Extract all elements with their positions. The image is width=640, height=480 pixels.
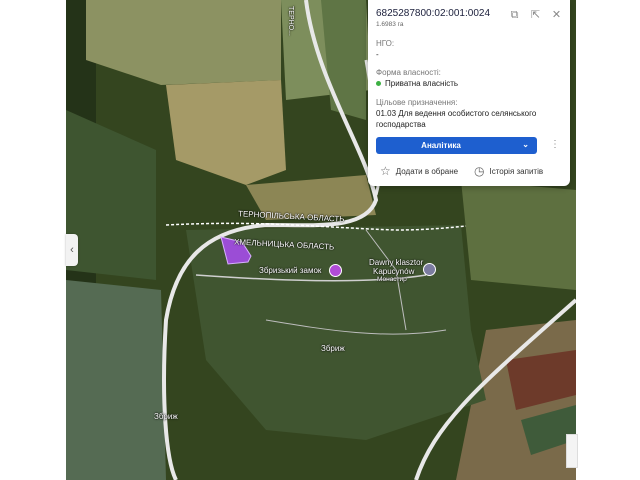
purpose-value-line2: господарства <box>376 120 426 129</box>
parcel-info-card: 6825287800:02:001:0024 1.6983 га ⧉ ⇱ ✕ Н… <box>368 0 570 186</box>
request-history-label: Історія запитів <box>489 166 544 176</box>
recaptcha-badge[interactable] <box>566 434 578 468</box>
open-external-icon[interactable]: ⇱ <box>530 10 541 21</box>
copy-icon[interactable]: ⧉ <box>509 10 520 21</box>
parcel-area: 1.6983 га <box>376 21 404 28</box>
more-options-icon[interactable]: ⋮ <box>550 139 560 150</box>
ownership-value-row: Приватна власність <box>376 79 458 88</box>
request-history-button[interactable]: ◷ Історія запитів <box>474 164 543 178</box>
label-monastery-line3[interactable]: Монастир <box>377 276 407 283</box>
chevron-down-icon: ⌄ <box>522 140 529 149</box>
label-village-center: Збриж <box>321 344 345 353</box>
label-village-left: Збриж <box>154 412 178 421</box>
ownership-label: Форма власності: <box>376 68 441 77</box>
label-monastery-line1[interactable]: Dawny klasztor <box>369 258 423 267</box>
add-favorite-button[interactable]: ☆ Додати в обране <box>380 164 458 178</box>
ngo-value: - <box>376 50 379 59</box>
status-dot-icon <box>376 81 381 87</box>
analytics-button[interactable]: Аналітика ⌄ <box>376 137 537 154</box>
cadastral-number: 6825287800:02:001:0024 <box>376 8 491 19</box>
purpose-value-line1: 01.03 Для ведення особистого селянського <box>376 109 537 118</box>
close-icon[interactable]: ✕ <box>551 10 562 21</box>
ngo-label: НГО: <box>376 39 395 48</box>
history-icon: ◷ <box>474 164 485 178</box>
ownership-value: Приватна власність <box>385 79 459 88</box>
castle-pin-icon[interactable] <box>329 264 342 277</box>
add-favorite-label: Додати в обране <box>395 166 459 176</box>
monastery-pin-icon[interactable] <box>423 263 436 276</box>
chevron-left-icon: ‹ <box>70 244 74 256</box>
purpose-label: Цільове призначення: <box>376 98 458 107</box>
collapse-sidebar-handle[interactable]: ‹ <box>66 234 78 266</box>
label-castle[interactable]: Збризький замок <box>259 266 321 275</box>
analytics-button-label: Аналітика <box>421 141 461 150</box>
star-icon: ☆ <box>380 164 391 178</box>
label-road-vertical: ТЕРНО... <box>287 6 294 36</box>
label-monastery-line2[interactable]: Kapucynów <box>373 267 414 276</box>
card-header-icons: ⧉ ⇱ ✕ <box>509 10 562 21</box>
